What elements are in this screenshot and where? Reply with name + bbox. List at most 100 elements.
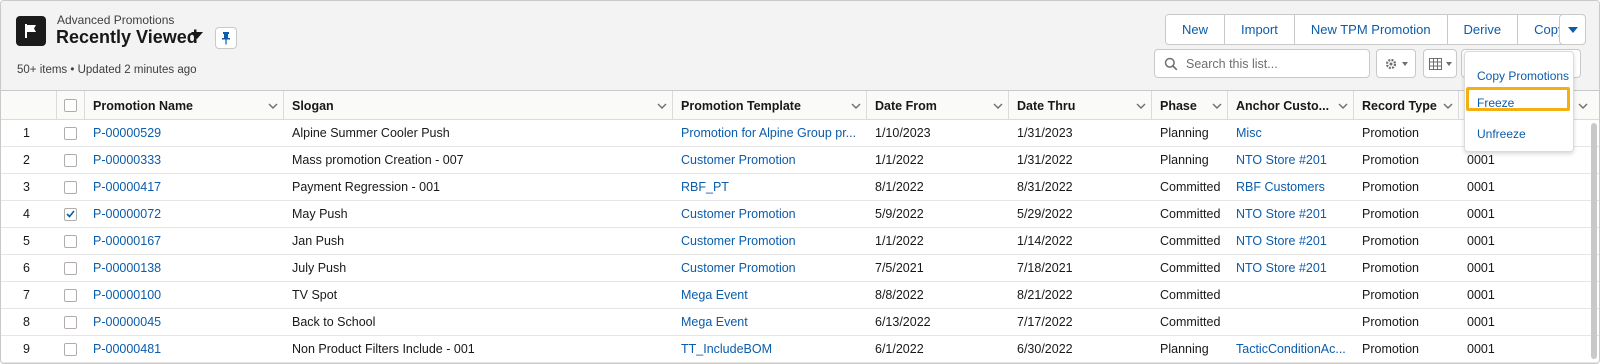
chevron-down-icon[interactable] (1573, 103, 1593, 109)
promotion-template-link[interactable]: Customer Promotion (681, 147, 861, 173)
promotion-name-link[interactable]: P-00000072 (93, 201, 278, 227)
slogan-cell: Non Product Filters Include - 001 (292, 342, 475, 356)
promotion-name-link[interactable]: P-00000529 (93, 120, 278, 146)
phase-cell: Planning (1160, 153, 1209, 167)
row-checkbox[interactable] (64, 126, 77, 140)
row-select-cell (64, 255, 84, 281)
promotion-template-link[interactable]: Mega Event (681, 309, 861, 335)
row-checkbox[interactable] (64, 342, 77, 356)
record-type-cell: Promotion (1362, 288, 1419, 302)
promotion-name-link[interactable]: P-00000333 (93, 147, 278, 173)
promotion-template-link[interactable]: Promotion for Alpine Group pr... (681, 120, 861, 146)
promotion-template-link[interactable]: Customer Promotion (681, 255, 861, 281)
promotion-template-link[interactable]: RBF_PT (681, 174, 861, 200)
chevron-down-icon[interactable] (652, 103, 672, 109)
anchor-customer-link[interactable] (1236, 309, 1352, 335)
chevron-down-icon[interactable] (1333, 103, 1353, 109)
row-number: 7 (23, 288, 30, 302)
chevron-down-icon[interactable] (1131, 103, 1151, 109)
caret-down-icon (1402, 61, 1408, 66)
promotion-template-link[interactable]: TT_IncludeBOM (681, 336, 861, 362)
slogan-cell: May Push (292, 207, 348, 221)
promotion-template-link[interactable]: Mega Event (681, 282, 861, 308)
checkmark-icon (66, 210, 75, 218)
more-actions-button[interactable] (1559, 14, 1586, 45)
select-all-checkbox[interactable] (64, 99, 77, 112)
row-checkbox[interactable] (64, 288, 77, 302)
search-input[interactable] (1184, 55, 1364, 73)
phase-cell: Committed (1160, 207, 1221, 221)
phase-cell: Committed (1160, 261, 1221, 275)
row-number: 2 (23, 153, 30, 167)
promotion-template-link[interactable]: Customer Promotion (681, 201, 861, 227)
slogan-cell: July Push (292, 261, 347, 275)
row-number: 5 (23, 234, 30, 248)
row-checkbox[interactable] (64, 153, 77, 167)
promotion-name-link[interactable]: P-00000100 (93, 282, 278, 308)
anchor-customer-link[interactable]: NTO Store #201 (1236, 201, 1352, 227)
anchor-customer-link[interactable]: TacticConditionAc... (1236, 336, 1352, 362)
promotion-template-link[interactable]: Customer Promotion (681, 228, 861, 254)
promotion-name-link[interactable]: P-00000045 (93, 309, 278, 335)
select-all-header (57, 91, 85, 120)
slogan-cell: Alpine Summer Cooler Push (292, 126, 450, 140)
new-tpm-promotion-button[interactable]: New TPM Promotion (1294, 15, 1448, 44)
table-row: 3 P-00000417 Payment Regression - 001 RBF_P… (1, 174, 1599, 201)
vertical-scrollbar[interactable] (1591, 123, 1597, 359)
date-thru-cell: 7/18/2021 (1017, 261, 1073, 275)
list-header: Advanced Promotions Recently Viewed 50+ … (1, 1, 1599, 90)
list-view: Advanced Promotions Recently Viewed 50+ … (0, 0, 1600, 364)
flag-icon (16, 16, 46, 46)
extra-cell: 0001 (1467, 288, 1495, 302)
row-checkbox[interactable] (64, 261, 77, 275)
column-header-promotion-template[interactable]: Promotion Template (673, 91, 867, 120)
row-select-cell (64, 147, 84, 173)
slogan-cell: Jan Push (292, 234, 345, 248)
row-checkbox[interactable] (64, 234, 77, 248)
column-header-anchor-customer[interactable]: Anchor Custo... (1228, 91, 1354, 120)
column-header-promotion-name[interactable]: Promotion Name (85, 91, 284, 120)
chevron-down-icon[interactable] (988, 103, 1008, 109)
action-button-group: New Import New TPM Promotion Derive Copy (1165, 14, 1582, 45)
anchor-customer-link[interactable]: RBF Customers (1236, 174, 1352, 200)
menu-item-unfreeze[interactable]: Unfreeze (1477, 127, 1526, 141)
list-settings-button[interactable] (1376, 49, 1416, 78)
promotion-name-link[interactable]: P-00000417 (93, 174, 278, 200)
chevron-down-icon[interactable] (263, 103, 283, 109)
list-view-title[interactable]: Recently Viewed (56, 27, 198, 48)
date-thru-cell: 7/17/2022 (1017, 315, 1073, 329)
menu-item-copy-promotions[interactable]: Copy Promotions (1477, 69, 1569, 83)
row-checkbox[interactable] (64, 315, 77, 329)
import-button[interactable]: Import (1225, 15, 1295, 44)
list-view-chevron-down-icon[interactable] (191, 32, 203, 39)
search-box (1154, 49, 1370, 78)
promotion-name-link[interactable]: P-00000481 (93, 336, 278, 362)
derive-button[interactable]: Derive (1447, 15, 1519, 44)
record-type-cell: Promotion (1362, 315, 1419, 329)
record-type-cell: Promotion (1362, 180, 1419, 194)
row-checkbox[interactable] (64, 207, 77, 221)
chevron-down-icon[interactable] (846, 103, 866, 109)
row-checkbox[interactable] (64, 180, 77, 194)
anchor-customer-link[interactable]: NTO Store #201 (1236, 147, 1352, 173)
column-header-slogan[interactable]: Slogan (284, 91, 673, 120)
extra-cell: 0001 (1467, 234, 1495, 248)
column-header-record-type[interactable]: Record Type (1354, 91, 1459, 120)
anchor-customer-link[interactable]: Misc (1236, 120, 1352, 146)
column-header-phase[interactable]: Phase (1152, 91, 1228, 120)
new-button[interactable]: New (1166, 15, 1226, 44)
pin-button[interactable] (215, 27, 237, 49)
column-header-date-thru[interactable]: Date Thru (1009, 91, 1152, 120)
promotion-name-link[interactable]: P-00000138 (93, 255, 278, 281)
phase-cell: Committed (1160, 315, 1221, 329)
display-as-button[interactable] (1423, 49, 1457, 78)
table-row: 8 P-00000045 Back to School Mega Event 6/13/… (1, 309, 1599, 336)
phase-cell: Committed (1160, 180, 1221, 194)
column-header-date-from[interactable]: Date From (867, 91, 1009, 120)
anchor-customer-link[interactable]: NTO Store #201 (1236, 255, 1352, 281)
promotion-name-link[interactable]: P-00000167 (93, 228, 278, 254)
chevron-down-icon[interactable] (1438, 103, 1458, 109)
anchor-customer-link[interactable]: NTO Store #201 (1236, 228, 1352, 254)
chevron-down-icon[interactable] (1207, 103, 1227, 109)
anchor-customer-link[interactable] (1236, 282, 1352, 308)
